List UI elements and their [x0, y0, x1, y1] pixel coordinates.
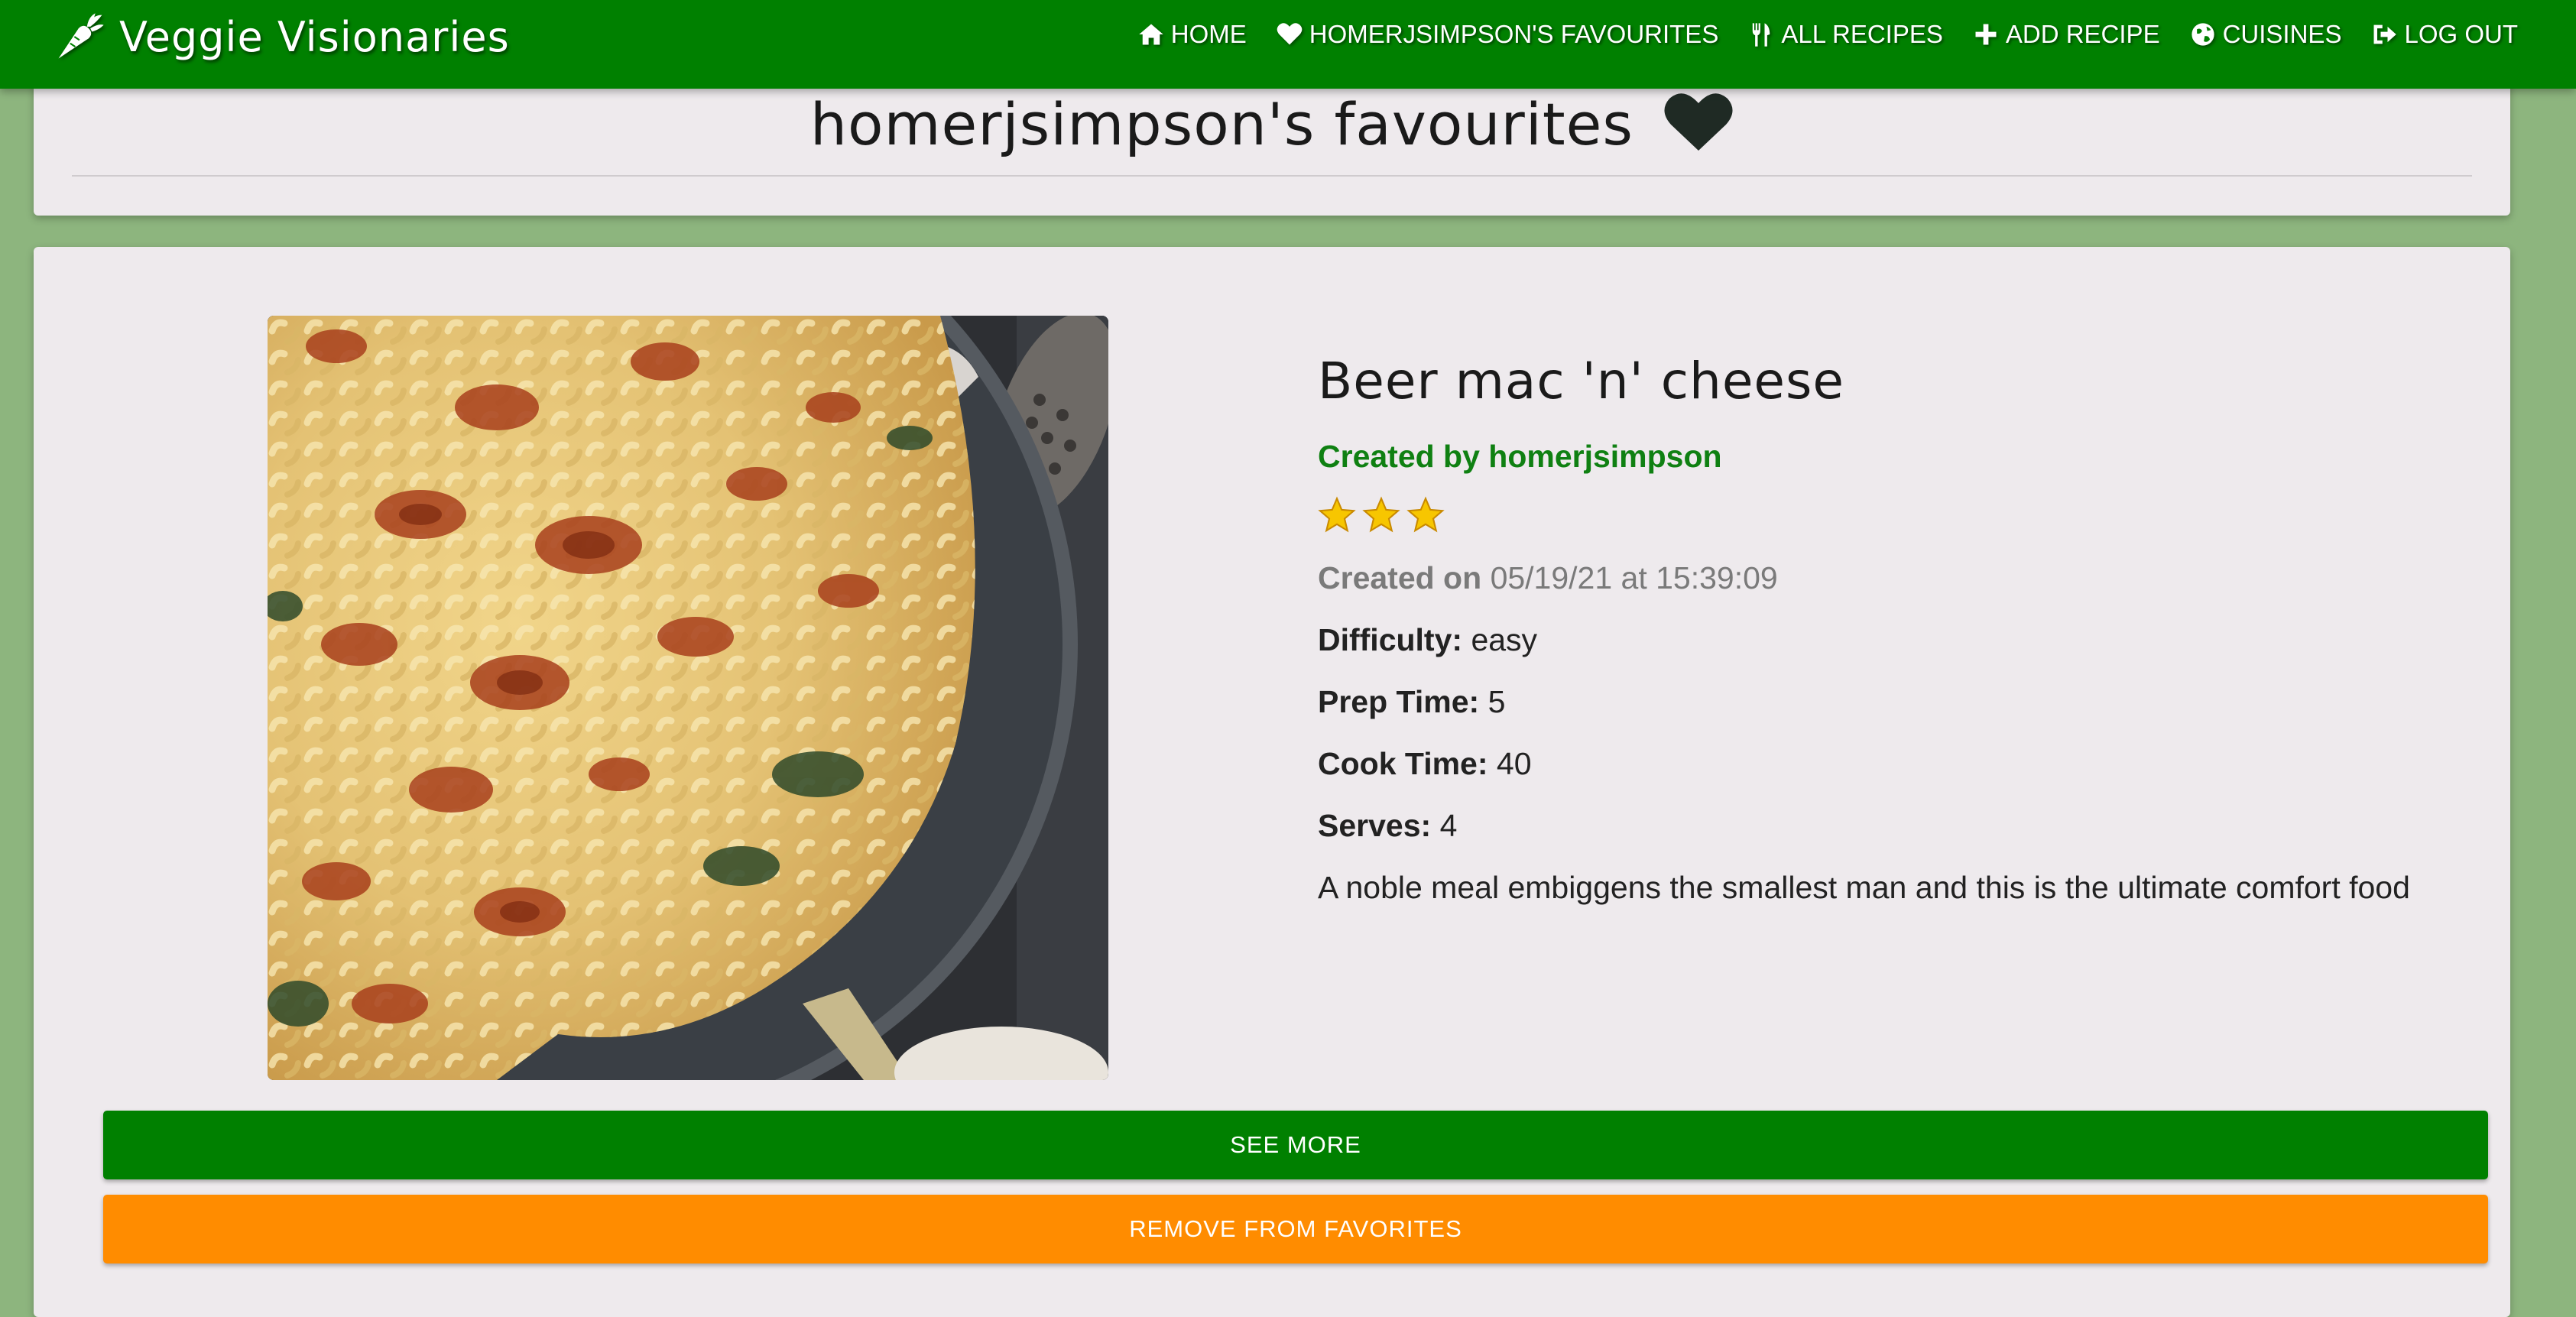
- header-divider: [72, 175, 2472, 177]
- nav-add-recipe-label: ADD RECIPE: [2005, 20, 2160, 48]
- nav-add-recipe[interactable]: ADD RECIPE: [1972, 20, 2160, 49]
- prep-time-label: Prep Time:: [1318, 683, 1480, 719]
- heart-icon: [1277, 23, 1303, 45]
- difficulty-value: easy: [1471, 621, 1538, 657]
- serves-row: Serves: 4: [1318, 808, 2480, 844]
- nav-log-out-label: LOG OUT: [2404, 20, 2518, 48]
- sign-out-icon: [2373, 24, 2397, 44]
- utensils-icon: [1753, 23, 1770, 47]
- recipe-title: Beer mac 'n' cheese: [1318, 352, 1845, 410]
- star-rating: [1318, 496, 2480, 536]
- prep-time-value: 5: [1488, 683, 1506, 719]
- cook-time-label: Cook Time:: [1318, 745, 1488, 781]
- plus-icon: [1975, 24, 1997, 45]
- home-icon: [1138, 24, 1163, 45]
- difficulty-label: Difficulty:: [1318, 621, 1463, 657]
- created-on: Created on 05/19/21 at 15:39:09: [1318, 560, 2480, 596]
- recipe-description: A noble meal embiggens the smallest man …: [1318, 869, 2410, 905]
- cook-time-row: Cook Time: 40: [1318, 746, 2480, 782]
- navbar: Veggie Visionaries HOME HOMERJSIMPSON'S …: [0, 0, 2576, 89]
- recipe-details: Beer mac 'n' cheese Created by homerjsim…: [1318, 352, 2480, 906]
- star-icon: [1406, 496, 1445, 532]
- nav-favourites-label: HOMERJSIMPSON'S FAVOURITES: [1309, 20, 1719, 48]
- recipe-author: Created by homerjsimpson: [1318, 438, 1722, 474]
- see-more-button[interactable]: SEE MORE: [103, 1111, 2488, 1179]
- page-title: homerjsimpson's favourites: [34, 90, 2510, 158]
- nav-cuisines-label: CUISINES: [2222, 20, 2342, 48]
- prep-time-row: Prep Time: 5: [1318, 684, 2480, 720]
- brand-name: Veggie Visionaries: [119, 12, 510, 61]
- nav-favourites[interactable]: HOMERJSIMPSON'S FAVOURITES: [1276, 20, 1719, 49]
- serves-value: 4: [1439, 807, 1458, 843]
- difficulty-row: Difficulty: easy: [1318, 622, 2480, 658]
- remove-from-favorites-button[interactable]: REMOVE FROM FAVORITES: [103, 1195, 2488, 1263]
- nav-log-out[interactable]: LOG OUT: [2370, 20, 2518, 49]
- heart-icon: [1664, 93, 1733, 151]
- recipe-card: Beer mac 'n' cheese Created by homerjsim…: [34, 247, 2510, 1317]
- recipe-image[interactable]: [268, 316, 1108, 1080]
- cook-time-value: 40: [1496, 745, 1532, 781]
- globe-icon: [2191, 23, 2214, 46]
- nav-all-recipes-label: ALL RECIPES: [1781, 20, 1943, 48]
- nav-all-recipes[interactable]: ALL RECIPES: [1747, 20, 1943, 49]
- nav-home[interactable]: HOME: [1137, 20, 1247, 49]
- page-title-text: homerjsimpson's favourites: [809, 90, 1634, 158]
- favourites-header-card: homerjsimpson's favourites: [34, 69, 2510, 216]
- serves-label: Serves:: [1318, 807, 1432, 843]
- nav-cuisines[interactable]: CUISINES: [2189, 20, 2342, 49]
- created-on-label: Created on: [1318, 560, 1482, 595]
- nav-links: HOME HOMERJSIMPSON'S FAVOURITES ALL RECI…: [1137, 15, 2518, 54]
- brand-link[interactable]: Veggie Visionaries: [54, 6, 510, 67]
- created-on-value: 05/19/21 at 15:39:09: [1490, 560, 1778, 595]
- mac-and-cheese-photo: [268, 316, 1108, 1080]
- carrot-icon: [58, 13, 104, 59]
- nav-home-label: HOME: [1170, 20, 1247, 48]
- star-icon: [1318, 496, 1356, 532]
- star-icon: [1362, 496, 1400, 532]
